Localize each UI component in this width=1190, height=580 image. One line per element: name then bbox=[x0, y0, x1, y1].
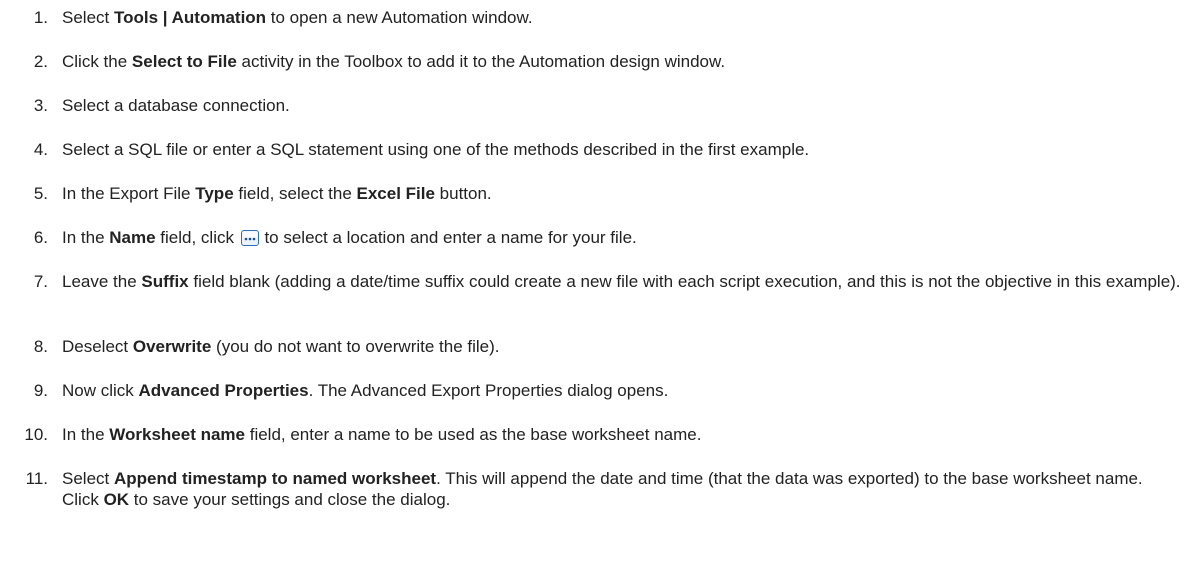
step-number: 9. bbox=[33, 381, 48, 400]
step-text: Click the Select to File activity in the… bbox=[62, 52, 726, 71]
option-name: Overwrite bbox=[132, 337, 212, 356]
button-name: Advanced Properties bbox=[138, 381, 309, 400]
step-number: 7. bbox=[33, 272, 48, 291]
step-number: 10. bbox=[24, 425, 48, 444]
button-name: OK bbox=[103, 490, 130, 509]
step-text: In the Name field, click to select a loc… bbox=[62, 228, 637, 247]
step-text: Select Append timestamp to named workshe… bbox=[62, 469, 1143, 509]
step-number: 6. bbox=[33, 228, 48, 247]
step-number: 5. bbox=[33, 184, 48, 203]
option-name: Excel File bbox=[356, 184, 435, 203]
step-text: Select Tools | Automation to open a new … bbox=[62, 8, 533, 27]
menu-path: Tools | Automation bbox=[113, 8, 267, 27]
step-number: 3. bbox=[33, 96, 48, 115]
step-number: 4. bbox=[33, 140, 48, 159]
step-text: Now click Advanced Properties. The Advan… bbox=[62, 381, 669, 400]
step-text: In the Worksheet name field, enter a nam… bbox=[62, 425, 702, 444]
step-number: 2. bbox=[33, 52, 48, 71]
ellipsis-browse-icon bbox=[240, 230, 259, 246]
step-text: Select a SQL file or enter a SQL stateme… bbox=[62, 140, 810, 159]
step-text: Select a database connection. bbox=[62, 96, 290, 115]
step-number: 11. bbox=[25, 469, 48, 488]
step-number: 1. bbox=[33, 8, 48, 27]
step-text: Deselect Overwrite (you do not want to o… bbox=[62, 337, 500, 356]
step-text: Leave the Suffix field blank (adding a d… bbox=[62, 272, 1181, 291]
field-name: Worksheet name bbox=[109, 425, 245, 444]
step-number: 8. bbox=[33, 337, 48, 356]
field-name: Suffix bbox=[141, 272, 189, 291]
field-name: Type bbox=[195, 184, 234, 203]
field-name: Name bbox=[109, 228, 156, 247]
activity-name: Select to File bbox=[131, 52, 237, 71]
option-name: Append timestamp to named worksheet bbox=[113, 469, 437, 488]
step-text: In the Export File Type field, select th… bbox=[62, 184, 492, 203]
